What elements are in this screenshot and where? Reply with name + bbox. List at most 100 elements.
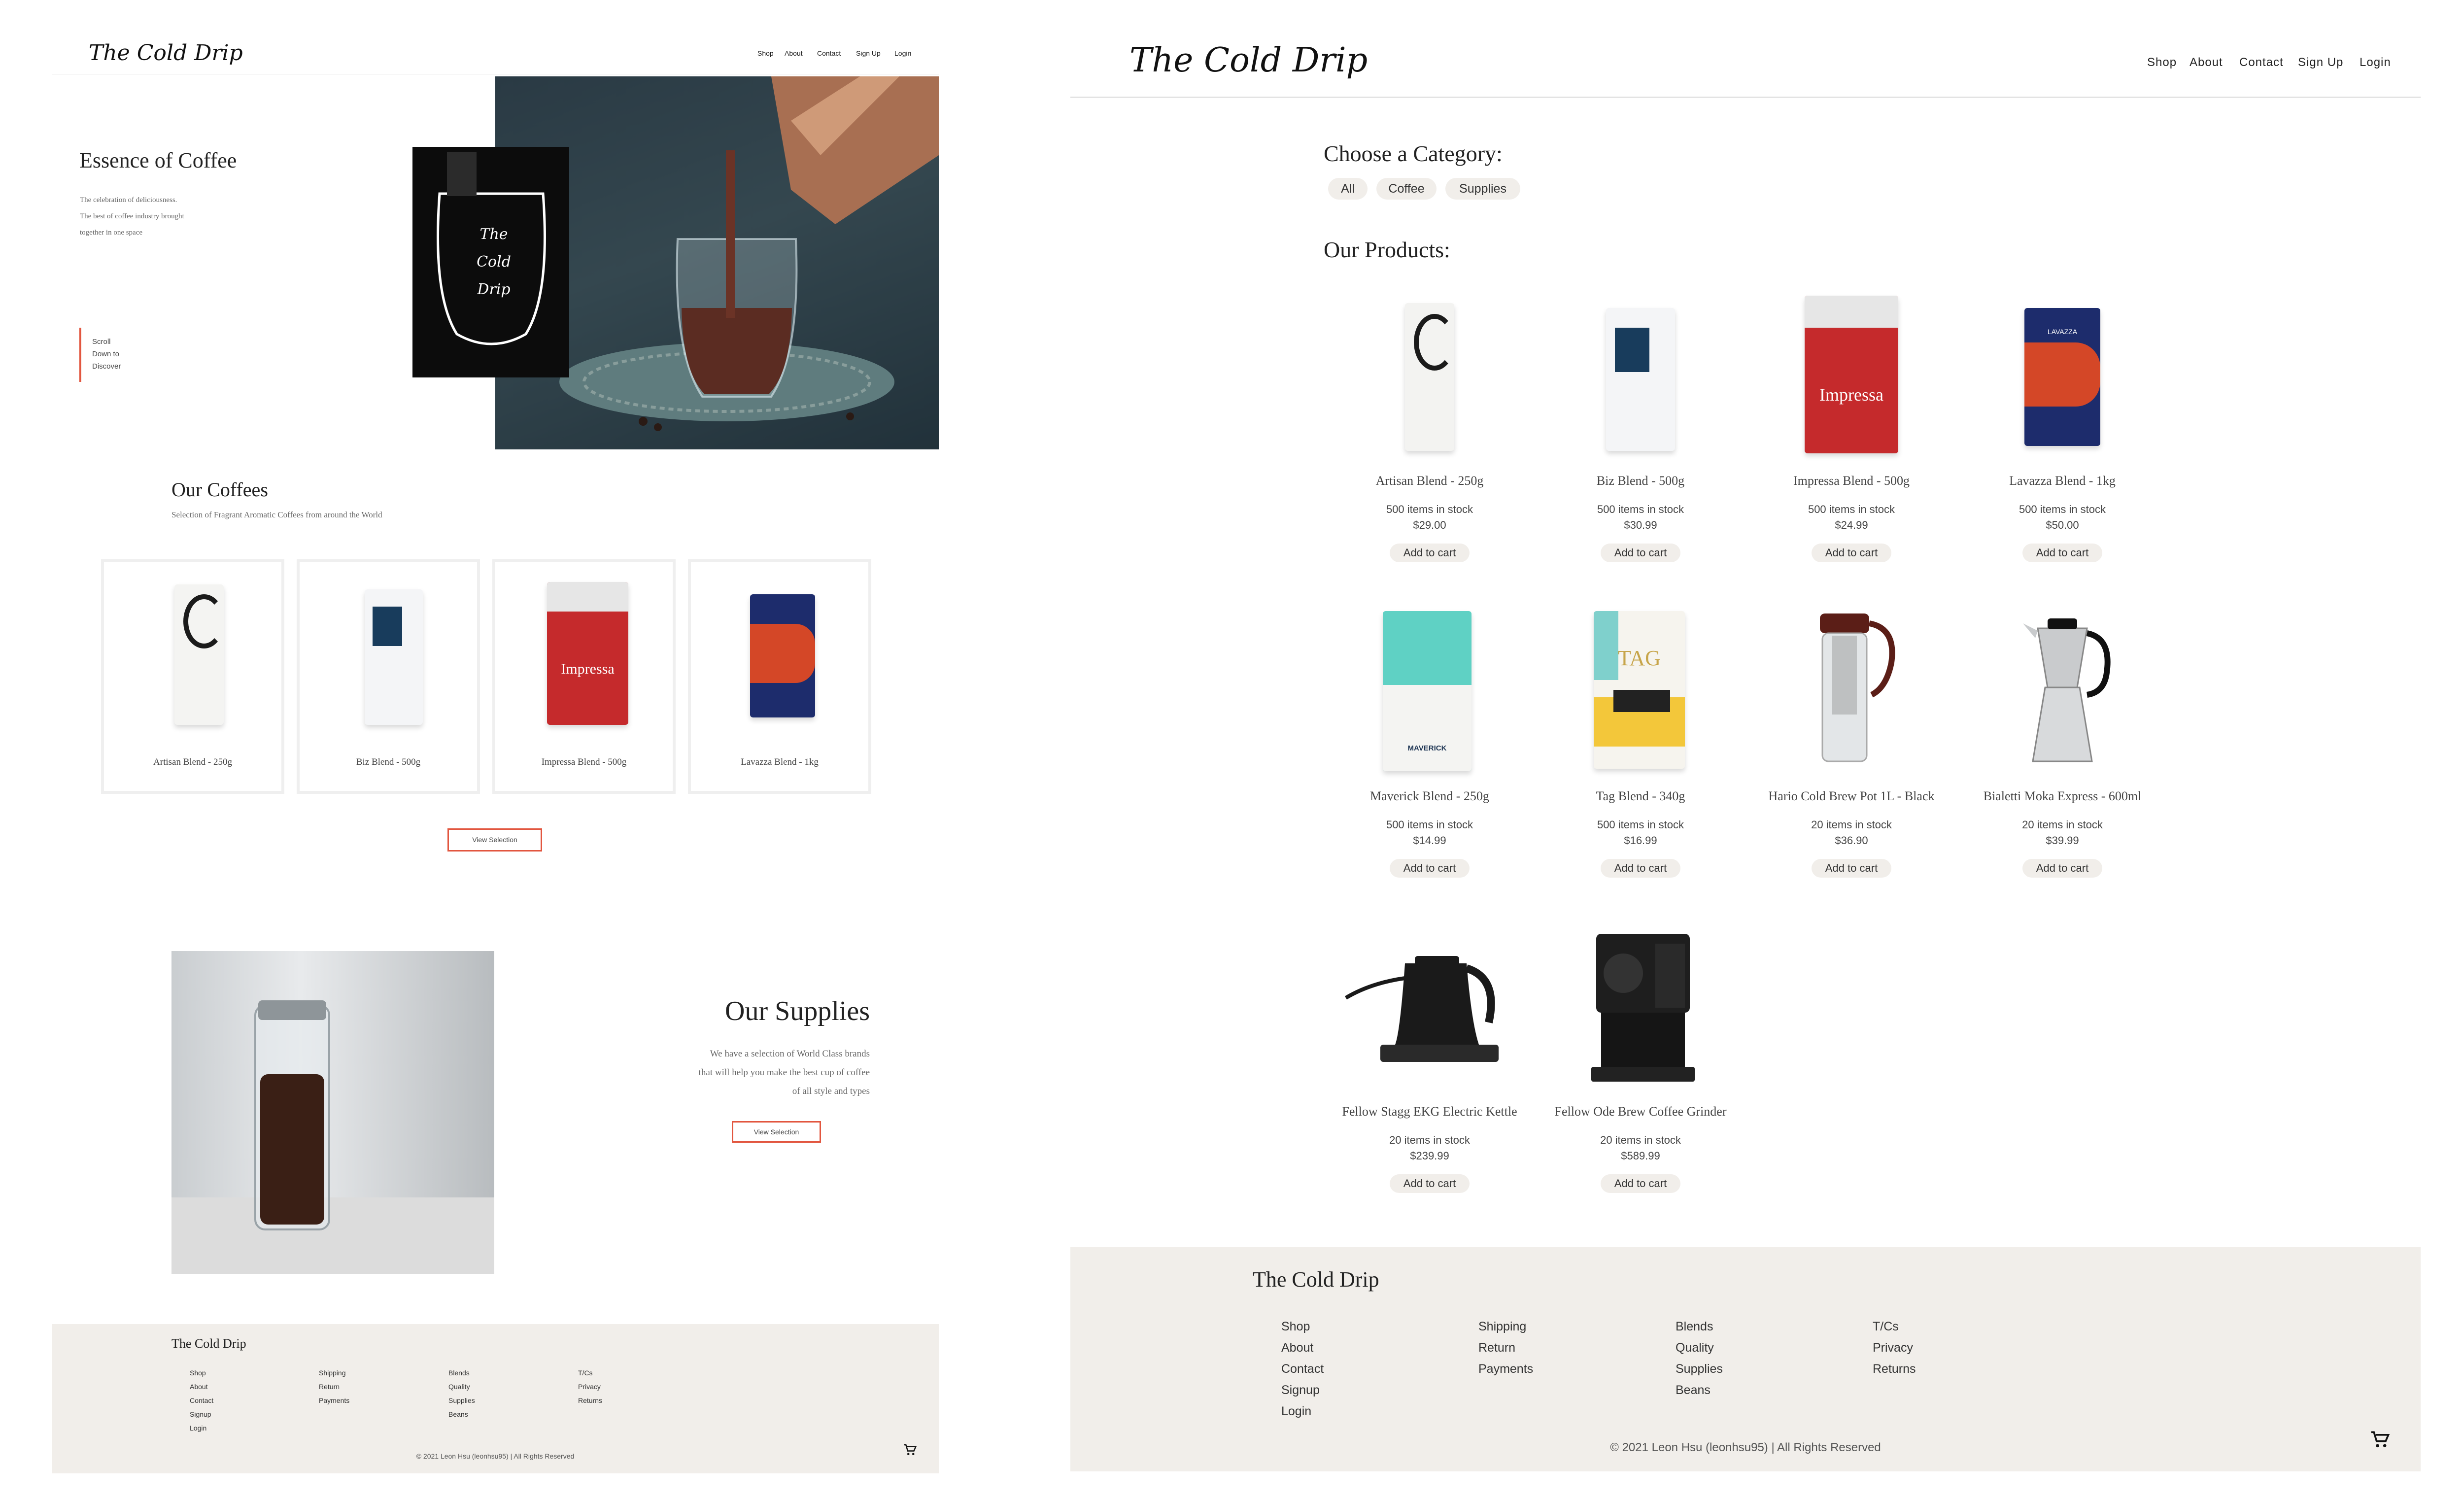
category-supplies-pill[interactable]: Supplies	[1445, 178, 1520, 200]
product-name[interactable]: Impressa Blend - 500g	[1746, 474, 1957, 488]
cold-brew-pot-image	[171, 1000, 494, 1274]
product-card: LAVAZZA Lavazza Blend - 1kg 500 items in…	[1957, 293, 2168, 599]
product-name[interactable]: Artisan Blend - 250g	[1324, 474, 1535, 488]
footer-link[interactable]: Privacy	[1873, 1337, 1916, 1359]
supplies-text-line: that will help you make the best cup of …	[698, 1067, 870, 1078]
product-name[interactable]: Fellow Ode Brew Coffee Grinder	[1535, 1104, 1746, 1119]
footer-link[interactable]: Return	[319, 1380, 349, 1394]
add-to-cart-button[interactable]: Add to cart	[2022, 544, 2102, 562]
product-name[interactable]: Lavazza Blend - 1kg	[1957, 474, 2168, 488]
shop-footer-col-legal: T/Cs Privacy Returns	[1873, 1316, 1916, 1380]
add-to-cart-button[interactable]: Add to cart	[1601, 859, 1680, 878]
shop-nav-about[interactable]: About	[2190, 56, 2223, 69]
product-card: Bialetti Moka Express - 600ml 20 items i…	[1957, 609, 2168, 914]
footer-link[interactable]: Quality	[1676, 1337, 1723, 1359]
impressa-bag-image: Impressa	[547, 582, 628, 725]
home-logo[interactable]: The Cold Drip	[89, 40, 243, 66]
footer-link[interactable]: Privacy	[578, 1380, 602, 1394]
glass-logo-box: The Cold Drip	[412, 147, 569, 377]
footer-link[interactable]: Payments	[319, 1394, 349, 1407]
shop-logo[interactable]: The Cold Drip	[1129, 41, 1368, 80]
home-nav-signup[interactable]: Sign Up	[856, 49, 881, 57]
coffee-card[interactable]: Artisan Blend - 250g	[101, 559, 284, 794]
footer-link[interactable]: Returns	[578, 1394, 602, 1407]
shop-nav-signup[interactable]: Sign Up	[2298, 56, 2343, 69]
footer-link[interactable]: Beans	[1676, 1380, 1723, 1401]
product-name[interactable]: Biz Blend - 500g	[1535, 474, 1746, 488]
footer-link[interactable]: Beans	[448, 1407, 475, 1421]
footer-link[interactable]: T/Cs	[578, 1366, 602, 1380]
scroll-down-hint[interactable]: Scroll Down to Discover	[92, 336, 121, 373]
home-nav-about[interactable]: About	[785, 49, 803, 57]
coffee-card[interactable]: Lavazza Blend - 1kg	[688, 559, 871, 794]
category-all-pill[interactable]: All	[1328, 178, 1368, 200]
product-name[interactable]: Tag Blend - 340g	[1535, 789, 1746, 804]
footer-link[interactable]: T/Cs	[1873, 1316, 1916, 1337]
footer-link[interactable]: Shop	[1281, 1316, 1324, 1337]
footer-link[interactable]: About	[1281, 1337, 1324, 1359]
add-to-cart-button[interactable]: Add to cart	[1812, 859, 1891, 878]
impressa-bag-label: Impressa	[561, 661, 615, 677]
supplies-photo	[171, 951, 494, 1274]
footer-link[interactable]: Login	[1281, 1401, 1324, 1422]
view-supplies-button[interactable]: View Selection	[732, 1121, 821, 1143]
add-to-cart-button[interactable]: Add to cart	[1390, 544, 1470, 562]
hario-pot-image	[1820, 613, 1895, 762]
cart-icon[interactable]	[2369, 1429, 2391, 1450]
artisan-bag-image	[174, 584, 224, 725]
category-coffee-pill[interactable]: Coffee	[1376, 178, 1437, 200]
lavazza-bag-label: LAVAZZA	[2047, 328, 2078, 336]
product-stock: 500 items in stock	[1386, 818, 1473, 831]
product-price: $50.00	[2046, 519, 2079, 531]
footer-link[interactable]: Shipping	[1478, 1316, 1533, 1337]
footer-link[interactable]: Signup	[190, 1407, 213, 1421]
product-name[interactable]: Bialetti Moka Express - 600ml	[1957, 789, 2168, 804]
add-to-cart-button[interactable]: Add to cart	[1390, 859, 1470, 878]
cart-icon[interactable]	[903, 1442, 918, 1457]
home-nav-contact[interactable]: Contact	[817, 49, 841, 57]
shop-nav-login[interactable]: Login	[2360, 56, 2391, 69]
footer-link[interactable]: Login	[190, 1421, 213, 1435]
add-to-cart-button[interactable]: Add to cart	[1812, 544, 1891, 562]
shop-header-divider	[1070, 97, 2421, 98]
product-name[interactable]: Hario Cold Brew Pot 1L - Black	[1746, 789, 1957, 804]
impressa-bag-image: Impressa	[1805, 296, 1898, 453]
shop-page: The Cold Drip Shop About Contact Sign Up…	[1070, 27, 2421, 1471]
footer-link[interactable]: Contact	[1281, 1359, 1324, 1380]
product-stock: 500 items in stock	[1386, 503, 1473, 515]
shop-footer-col-site: Shop About Contact Signup Login	[1281, 1316, 1324, 1422]
footer-link[interactable]: Shop	[190, 1366, 213, 1380]
product-price: $14.99	[1413, 834, 1446, 847]
footer-link[interactable]: Signup	[1281, 1380, 1324, 1401]
view-coffees-button[interactable]: View Selection	[447, 828, 542, 852]
footer-link[interactable]: Shipping	[319, 1366, 349, 1380]
coffee-card[interactable]: Impressa Impressa Blend - 500g	[492, 559, 676, 794]
footer-link[interactable]: Quality	[448, 1380, 475, 1394]
footer-link[interactable]: Contact	[190, 1394, 213, 1407]
product-card: Fellow Ode Brew Coffee Grinder 20 items …	[1535, 924, 1746, 1229]
footer-link[interactable]: Supplies	[1676, 1359, 1723, 1380]
our-supplies-title: Our Supplies	[725, 996, 870, 1026]
footer-link[interactable]: Payments	[1478, 1359, 1533, 1380]
product-price: $36.90	[1835, 834, 1868, 847]
footer-link[interactable]: Blends	[1676, 1316, 1723, 1337]
footer-link[interactable]: Supplies	[448, 1394, 475, 1407]
add-to-cart-button[interactable]: Add to cart	[1601, 544, 1680, 562]
product-name[interactable]: Maverick Blend - 250g	[1324, 789, 1535, 804]
footer-link[interactable]: About	[190, 1380, 213, 1394]
scroll-line: Discover	[92, 362, 121, 371]
add-to-cart-button[interactable]: Add to cart	[1390, 1174, 1470, 1193]
product-name[interactable]: Fellow Stagg EKG Electric Kettle	[1324, 1104, 1535, 1119]
footer-link[interactable]: Blends	[448, 1366, 475, 1380]
add-to-cart-button[interactable]: Add to cart	[2022, 859, 2102, 878]
footer-link[interactable]: Returns	[1873, 1359, 1916, 1380]
footer-link[interactable]: Return	[1478, 1337, 1533, 1359]
shop-nav-contact[interactable]: Contact	[2239, 56, 2284, 69]
add-to-cart-button[interactable]: Add to cart	[1601, 1174, 1680, 1193]
product-price: $29.00	[1413, 519, 1446, 531]
coffee-card[interactable]: Biz Blend - 500g	[297, 559, 480, 794]
home-nav-shop[interactable]: Shop	[757, 49, 774, 57]
products-title: Our Products:	[1324, 237, 1450, 262]
home-nav-login[interactable]: Login	[894, 49, 911, 57]
shop-nav-shop[interactable]: Shop	[2147, 56, 2177, 69]
